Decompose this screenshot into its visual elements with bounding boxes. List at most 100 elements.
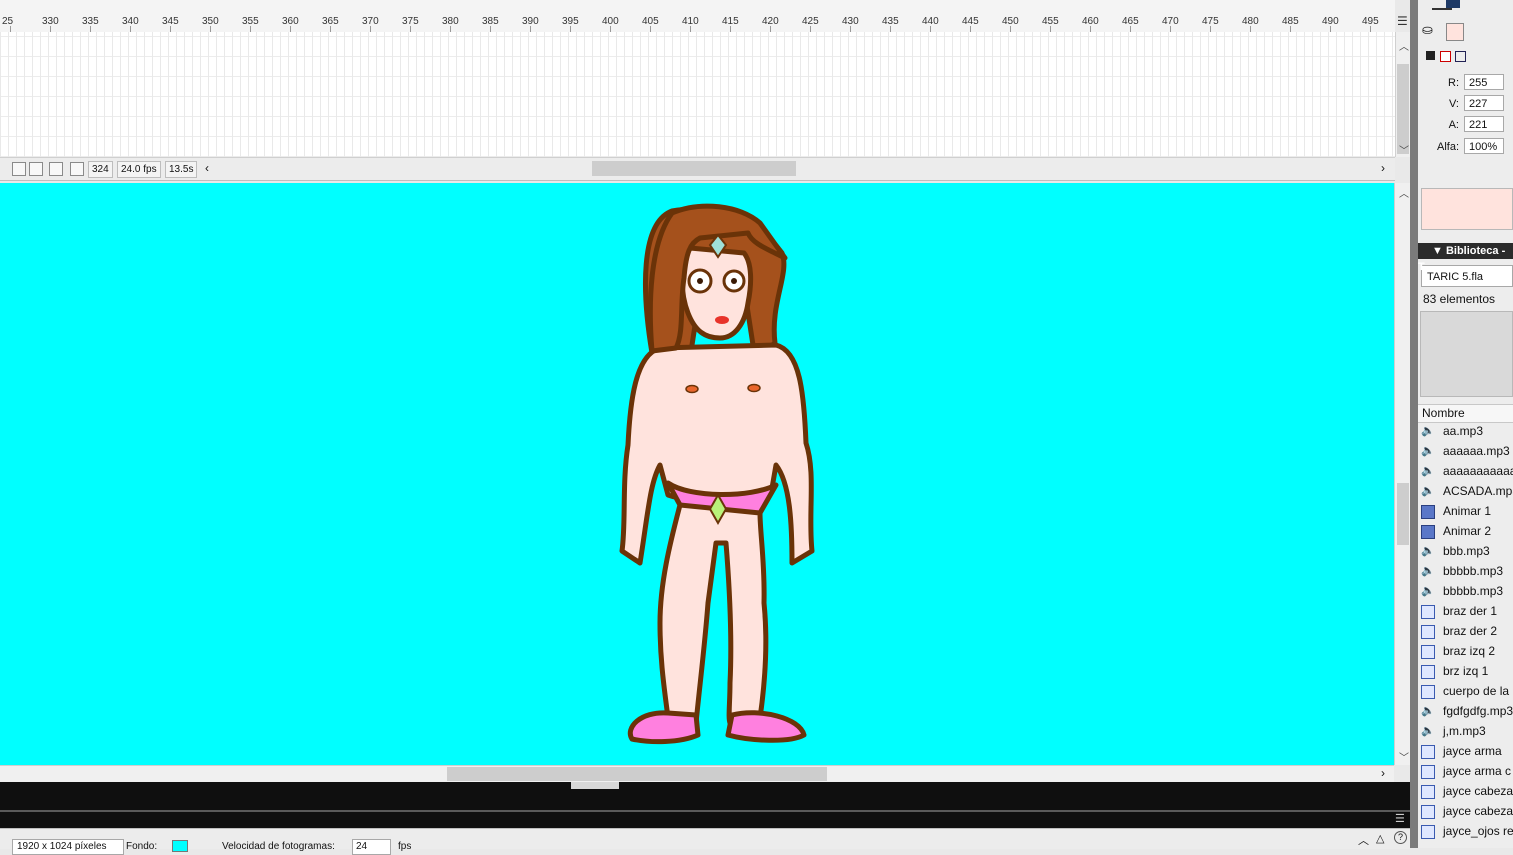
scroll-down-icon[interactable]: ﹀ bbox=[1399, 142, 1409, 157]
library-item[interactable]: 🔈 bbb.mp3 bbox=[1418, 541, 1513, 561]
library-item[interactable]: Animar 2 bbox=[1418, 521, 1513, 541]
library-item[interactable]: braz der 2 bbox=[1418, 621, 1513, 641]
scroll-down-icon[interactable]: ﹀ bbox=[1399, 749, 1409, 764]
library-item-name: brz izq 1 bbox=[1443, 664, 1489, 678]
onion-skin-icon[interactable] bbox=[12, 162, 26, 176]
library-item-name: aaaaaa.mp3 bbox=[1443, 444, 1510, 458]
library-item-name: aa.mp3 bbox=[1443, 424, 1484, 438]
fill-bucket-icon[interactable]: ⛀ bbox=[1422, 22, 1436, 38]
stage-canvas[interactable] bbox=[0, 183, 1394, 765]
onion-outline-icon[interactable] bbox=[29, 162, 43, 176]
library-item[interactable]: 🔈 ACSADA.mp3 bbox=[1418, 481, 1513, 501]
red-input[interactable]: 255 bbox=[1464, 74, 1504, 90]
library-item[interactable]: braz der 1 bbox=[1418, 601, 1513, 621]
library-item[interactable]: 🔈 bbbbb.mp3 bbox=[1418, 561, 1513, 581]
panel-collapse-area bbox=[0, 782, 1410, 828]
timeline-hscroll-thumb[interactable] bbox=[592, 161, 796, 176]
scroll-right-icon[interactable]: › bbox=[1381, 766, 1385, 780]
swap-colors-icon[interactable] bbox=[1455, 51, 1466, 62]
library-item[interactable]: jayce arma c bbox=[1418, 761, 1513, 781]
library-item-name: ACSADA.mp3 bbox=[1443, 484, 1513, 498]
stage-horizontal-scrollbar[interactable]: › bbox=[0, 765, 1394, 783]
library-item-count: 83 elementos bbox=[1423, 292, 1496, 306]
fps-input[interactable]: 24 bbox=[352, 839, 391, 855]
library-item-name: jayce arma bbox=[1443, 744, 1502, 758]
timeline-frames[interactable] bbox=[0, 32, 1395, 157]
library-document-select[interactable]: TARIC 5.fla bbox=[1421, 265, 1513, 287]
library-item-name: braz der 1 bbox=[1443, 604, 1498, 618]
panel-divider[interactable] bbox=[1410, 0, 1418, 848]
graphic-symbol-icon bbox=[1421, 625, 1435, 639]
library-item[interactable]: jayce cabeza bbox=[1418, 781, 1513, 801]
scroll-thumb[interactable] bbox=[1397, 483, 1409, 545]
library-item-name: j,m.mp3 bbox=[1443, 724, 1486, 738]
library-item[interactable]: 🔈 j,m.mp3 bbox=[1418, 721, 1513, 741]
collapse-up-icon[interactable]: ︿ bbox=[1358, 832, 1369, 848]
scroll-thumb[interactable] bbox=[447, 767, 827, 781]
scroll-right-icon[interactable]: › bbox=[1381, 161, 1385, 175]
bg-label: Fondo: bbox=[126, 841, 158, 852]
timeline-status-bar: 324 24.0 fps 13.5s ‹ › bbox=[0, 157, 1395, 181]
graphic-symbol-icon bbox=[1421, 765, 1435, 779]
modify-markers-icon[interactable] bbox=[70, 162, 84, 176]
collapse-handle-icon[interactable] bbox=[571, 782, 619, 789]
library-item[interactable]: jayce cabeza bbox=[1418, 801, 1513, 821]
library-item[interactable]: 🔈 aa.mp3 bbox=[1418, 421, 1513, 441]
timeline-menu-icon[interactable]: ☰ bbox=[1397, 14, 1408, 28]
help-icon[interactable]: ? bbox=[1394, 831, 1407, 844]
graphic-symbol-icon bbox=[1421, 645, 1435, 659]
library-item[interactable]: 🔈 aaaaaa.mp3 bbox=[1418, 441, 1513, 461]
library-item-name: Animar 1 bbox=[1443, 504, 1492, 518]
no-color-icon[interactable] bbox=[1440, 51, 1451, 62]
edit-multiple-frames-icon[interactable] bbox=[49, 162, 63, 176]
column-name: Nombre bbox=[1422, 406, 1465, 420]
library-item[interactable]: 🔈 aaaaaaaaaaaa bbox=[1418, 461, 1513, 481]
expand-icon[interactable]: △ bbox=[1376, 832, 1384, 845]
green-label: V: bbox=[1449, 98, 1459, 110]
library-item[interactable]: jayce_ojos re bbox=[1418, 821, 1513, 841]
color-preview bbox=[1421, 188, 1513, 230]
ruler-tick: 25 bbox=[2, 16, 14, 27]
library-item[interactable]: 🔈 fgdfgdfg.mp3 bbox=[1418, 701, 1513, 721]
blue-label: A: bbox=[1448, 119, 1459, 131]
stroke-swatch[interactable] bbox=[1446, 0, 1460, 8]
library-item[interactable]: jayce arma bbox=[1418, 741, 1513, 761]
library-item[interactable]: cuerpo de la bbox=[1418, 681, 1513, 701]
library-item-name: jayce_ojos re bbox=[1443, 824, 1513, 838]
red-row: R: 255 bbox=[1418, 73, 1513, 93]
default-colors-icon[interactable] bbox=[1426, 51, 1435, 60]
stage-vertical-scrollbar[interactable]: ︿ ﹀ bbox=[1394, 183, 1411, 765]
green-input[interactable]: 227 bbox=[1464, 95, 1504, 111]
sound-icon: 🔈 bbox=[1421, 485, 1435, 497]
sound-icon: 🔈 bbox=[1421, 705, 1435, 717]
timeline-ruler[interactable]: 25 330 335 340 345 350 355 360 365 370 375 380 385 39… bbox=[0, 0, 1395, 33]
bg-color-swatch[interactable] bbox=[172, 840, 188, 852]
library-item[interactable]: brz izq 1 bbox=[1418, 661, 1513, 681]
alpha-input[interactable]: 100% bbox=[1464, 138, 1504, 154]
collapse-triangle-icon: ▼ bbox=[1432, 245, 1443, 257]
fill-swatch[interactable] bbox=[1446, 23, 1464, 41]
sound-icon: 🔈 bbox=[1421, 565, 1435, 577]
graphic-symbol-icon bbox=[1421, 665, 1435, 679]
library-item-name: Animar 2 bbox=[1443, 524, 1492, 538]
library-item[interactable]: 🔈 bbbbb.mp3 bbox=[1418, 581, 1513, 601]
library-item[interactable]: braz izq 2 bbox=[1418, 641, 1513, 661]
alpha-row: Alfa: 100% bbox=[1418, 137, 1513, 157]
library-panel-title[interactable]: ▼ Biblioteca - T bbox=[1418, 243, 1513, 273]
library-item-name: braz der 2 bbox=[1443, 624, 1498, 638]
fps-unit: fps bbox=[398, 841, 412, 852]
scroll-up-icon[interactable]: ︿ bbox=[1399, 38, 1409, 53]
scroll-up-icon[interactable]: ︿ bbox=[1399, 185, 1409, 200]
frame-rate[interactable]: 24.0 fps bbox=[117, 161, 161, 178]
scroll-thumb[interactable] bbox=[1397, 64, 1409, 154]
library-item-name: jayce cabeza bbox=[1443, 804, 1513, 818]
stage-size[interactable]: 1920 x 1024 píxeles bbox=[12, 839, 124, 855]
library-item[interactable]: Animar 1 bbox=[1418, 501, 1513, 521]
properties-menu-icon[interactable]: ☰ bbox=[1395, 812, 1405, 825]
sound-icon: 🔈 bbox=[1421, 545, 1435, 557]
timeline-vertical-scrollbar[interactable]: ︿ ﹀ bbox=[1395, 32, 1411, 157]
blue-input[interactable]: 221 bbox=[1464, 116, 1504, 132]
character-illustration[interactable] bbox=[0, 183, 1394, 765]
library-item-name: bbbbb.mp3 bbox=[1443, 564, 1504, 578]
scroll-left-icon[interactable]: ‹ bbox=[205, 161, 209, 175]
